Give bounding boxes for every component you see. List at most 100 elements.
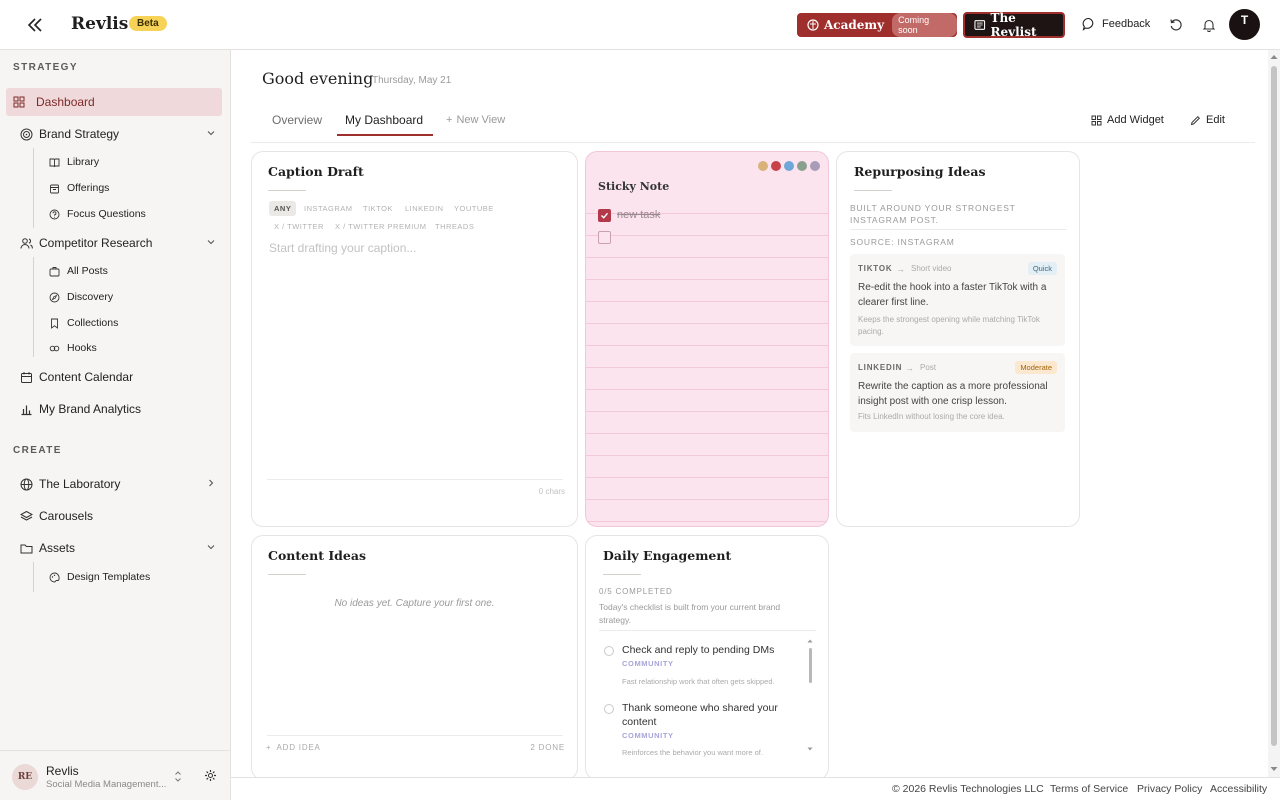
- scroll-down-icon[interactable]: [807, 746, 813, 752]
- sidebar-item-brand-strategy[interactable]: Brand Strategy: [6, 120, 222, 148]
- scroll-up-icon[interactable]: [807, 638, 813, 644]
- widget-title: Repurposing Ideas: [854, 164, 986, 179]
- folder-icon: [19, 541, 33, 555]
- sidebar-subitem-library[interactable]: Library: [48, 151, 99, 173]
- collapse-sidebar-icon[interactable]: [24, 14, 46, 36]
- sticky-note-widget: Sticky Note new task: [585, 151, 829, 527]
- sidebar-subitem-focus-questions[interactable]: Focus Questions: [48, 203, 146, 225]
- refresh-icon[interactable]: [1167, 16, 1185, 34]
- caption-draft-widget: Caption Draft ANY INSTAGRAM TIKTOK LINKE…: [251, 151, 578, 527]
- checklist-radio[interactable]: [604, 646, 614, 656]
- color-swatch[interactable]: [784, 161, 794, 171]
- color-swatch[interactable]: [810, 161, 820, 171]
- sidebar-subitem-discovery[interactable]: Discovery: [48, 286, 113, 308]
- tree-line: [33, 257, 34, 357]
- workspace-switcher[interactable]: RE Revlis Social Media Management...: [0, 750, 230, 800]
- user-avatar[interactable]: T: [1229, 9, 1260, 40]
- checklist-radio[interactable]: [604, 704, 614, 714]
- hook-icon: [48, 342, 60, 354]
- add-idea-label: ADD IDEA: [276, 743, 321, 752]
- sidebar-item-carousels[interactable]: Carousels: [6, 502, 222, 530]
- sidebar-subitem-label: All Posts: [67, 265, 108, 277]
- platform-chip-instagram[interactable]: INSTAGRAM: [304, 204, 353, 213]
- sidebar-subitem-label: Discovery: [67, 291, 114, 303]
- sidebar-item-assets[interactable]: Assets: [6, 534, 222, 562]
- new-view-button[interactable]: + New View: [446, 114, 505, 126]
- idea-card[interactable]: TIKTOK → Short video Quick Re-edit the h…: [850, 254, 1065, 346]
- terms-link[interactable]: Terms of Service: [1050, 783, 1128, 795]
- privacy-link[interactable]: Privacy Policy: [1137, 783, 1202, 795]
- scroll-up-icon[interactable]: [1270, 54, 1278, 60]
- sidebar-subitem-collections[interactable]: Collections: [48, 312, 118, 334]
- feedback-button[interactable]: Feedback: [1082, 17, 1150, 31]
- add-widget-label: Add Widget: [1107, 114, 1164, 126]
- sidebar-subitem-offerings[interactable]: Offerings: [48, 177, 109, 199]
- sidebar-item-dashboard[interactable]: Dashboard: [6, 88, 222, 116]
- sidebar-subitem-all-posts[interactable]: All Posts: [48, 260, 108, 282]
- title-rule: [854, 190, 892, 191]
- tab-overview[interactable]: Overview: [272, 113, 322, 127]
- tab-my-dashboard[interactable]: My Dashboard: [345, 113, 423, 127]
- copyright: © 2026 Revlis Technologies LLC: [892, 783, 1044, 795]
- active-tab-indicator: [337, 134, 433, 136]
- divider: [850, 229, 1067, 230]
- sidebar-item-competitor-research[interactable]: Competitor Research: [6, 229, 222, 257]
- checklist-scrollbar[interactable]: [807, 638, 813, 756]
- bar-chart-icon: [19, 402, 33, 416]
- edit-button[interactable]: Edit: [1190, 114, 1225, 126]
- checklist-item[interactable]: Thank someone who shared your content CO…: [604, 701, 804, 761]
- sidebar-subitem-label: Library: [67, 156, 100, 168]
- grid-icon: [12, 95, 26, 109]
- palette-icon: [48, 571, 60, 583]
- color-swatch[interactable]: [771, 161, 781, 171]
- platform-chip-linkedin[interactable]: LINKEDIN: [405, 204, 444, 213]
- task-checkbox[interactable]: [598, 209, 611, 222]
- platform-chip-x-twitter[interactable]: X / TWITTER: [274, 222, 324, 231]
- platform-chip-x-twitter-premium[interactable]: X / TWITTER PREMIUM: [335, 222, 426, 231]
- feedback-label: Feedback: [1102, 18, 1151, 30]
- divider: [599, 630, 816, 631]
- sidebar-item-label: My Brand Analytics: [39, 402, 142, 416]
- sidebar-subitem-hooks[interactable]: Hooks: [48, 337, 97, 359]
- sidebar-item-brand-analytics[interactable]: My Brand Analytics: [6, 395, 222, 423]
- scroll-thumb[interactable]: [1271, 66, 1277, 746]
- sidebar-item-laboratory[interactable]: The Laboratory: [6, 470, 222, 498]
- accessibility-link[interactable]: Accessibility: [1210, 783, 1267, 795]
- page-scrollbar[interactable]: [1268, 50, 1280, 778]
- add-idea-button[interactable]: + ADD IDEA: [266, 743, 321, 752]
- add-widget-button[interactable]: Add Widget: [1091, 114, 1164, 126]
- footer: © 2026 Revlis Technologies LLC Terms of …: [231, 777, 1280, 800]
- idea-card[interactable]: LINKEDIN → Post Moderate Rewrite the cap…: [850, 353, 1065, 432]
- sidebar-subitem-design-templates[interactable]: Design Templates: [48, 566, 150, 588]
- brand-logo[interactable]: Revlis: [71, 14, 128, 34]
- package-icon: [48, 182, 60, 194]
- gear-icon[interactable]: [204, 769, 217, 782]
- color-swatch[interactable]: [758, 161, 768, 171]
- checklist-description: Today's checklist is built from your cur…: [599, 602, 781, 625]
- bell-icon[interactable]: [1200, 16, 1218, 34]
- sidebar-item-content-calendar[interactable]: Content Calendar: [6, 363, 222, 391]
- task-checkbox[interactable]: [598, 231, 611, 244]
- scroll-thumb[interactable]: [809, 648, 812, 683]
- academy-icon: [807, 19, 819, 31]
- pencil-icon: [1190, 115, 1201, 125]
- revlist-button[interactable]: The Revlist: [963, 11, 1065, 39]
- tree-line: [33, 148, 34, 228]
- platform-chip-threads[interactable]: THREADS: [435, 222, 474, 231]
- task-text[interactable]: new task: [617, 209, 660, 221]
- workspace-name: Revlis: [46, 764, 79, 778]
- title-rule: [268, 574, 306, 575]
- color-swatch[interactable]: [797, 161, 807, 171]
- chevron-updown-icon[interactable]: [173, 770, 183, 783]
- effort-badge: Quick: [1027, 262, 1057, 275]
- academy-button[interactable]: Academy Coming soon: [797, 13, 957, 37]
- platform-chip-youtube[interactable]: YOUTUBE: [454, 204, 494, 213]
- workspace-avatar: RE: [12, 764, 38, 790]
- scroll-down-icon[interactable]: [1270, 766, 1278, 772]
- checklist-item[interactable]: Check and reply to pending DMs COMMUNITY…: [604, 643, 804, 686]
- platform-chip-any[interactable]: ANY: [269, 201, 297, 216]
- platform-chip-tiktok[interactable]: TIKTOK: [363, 204, 393, 213]
- caption-textarea[interactable]: Start drafting your caption...: [269, 241, 416, 255]
- sidebar-subitem-label: Hooks: [67, 342, 97, 354]
- check-icon: [601, 212, 609, 219]
